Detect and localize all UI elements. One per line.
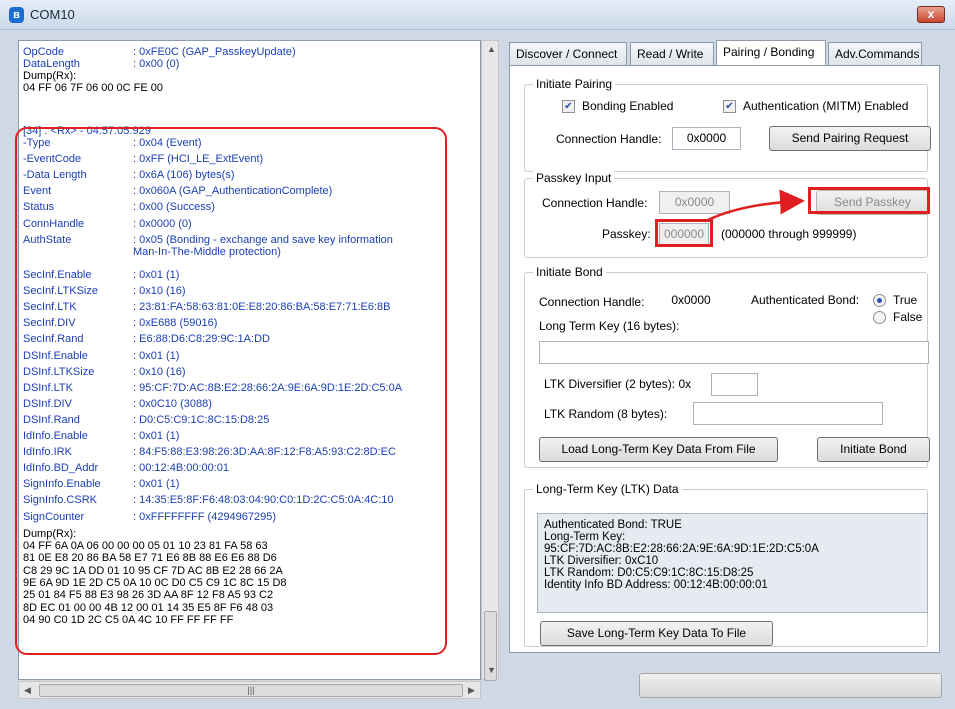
scroll-down-icon[interactable]: ▼: [487, 665, 496, 675]
dump-line: 25 01 84 F5 88 E3 98 26 3D AA 8F 12 F8 A…: [23, 589, 274, 602]
bonding-enabled-label: Bonding Enabled: [582, 99, 674, 113]
bonding-enabled-checkbox[interactable]: ✔: [562, 100, 575, 113]
log-pane[interactable]: OpCode: 0xFE0C (GAP_PasskeyUpdate) DataL…: [18, 40, 481, 680]
long-term-key-input[interactable]: [539, 341, 929, 364]
ltk-diversifier-input[interactable]: [711, 373, 758, 396]
tab-adv-commands[interactable]: Adv.Commands: [828, 42, 922, 66]
scroll-up-icon[interactable]: ▲: [487, 44, 496, 54]
ltk-diversifier-label: LTK Diversifier (2 bytes): 0x: [544, 377, 692, 391]
window-title: COM10: [30, 7, 75, 22]
connection-handle-input[interactable]: 0x0000: [672, 127, 741, 150]
vertical-scrollbar[interactable]: ▲ ▼: [481, 40, 499, 681]
dump-line: 04 FF 06 7F 06 00 0C FE 00: [23, 82, 164, 94]
dump-label: Dump(Rx):: [23, 70, 77, 82]
dump-line: 9E 6A 9D 1E 2D C5 0A 10 0C D0 C5 C9 1C 8…: [23, 576, 287, 589]
dump-line: 8D EC 01 00 00 4B 12 00 01 14 35 E5 8F F…: [23, 601, 274, 614]
connection-handle-label: Connection Handle:: [556, 132, 662, 146]
pairing-bonding-panel: Initiate Pairing ✔ Bonding Enabled ✔ Aut…: [509, 65, 940, 653]
close-button[interactable]: x: [917, 6, 945, 23]
dump-label: Dump(Rx):: [23, 528, 77, 540]
tab-discover-connect[interactable]: Discover / Connect: [509, 42, 627, 66]
bluetooth-icon: ʙ: [9, 7, 24, 23]
scroll-thumb[interactable]: |||: [39, 684, 463, 697]
dump-line: C8 29 9C 1A DD 01 10 95 CF 7D AC 8B E2 2…: [23, 564, 283, 577]
group-title: Long-Term Key (LTK) Data: [533, 482, 682, 496]
group-title: Initiate Bond: [533, 265, 606, 279]
ltk-line: LTK Random: D0:C5:C9:1C:8C:15:D8:25: [544, 567, 754, 579]
initiate-bond-group: Initiate Bond Connection Handle: 0x0000 …: [524, 265, 930, 468]
false-label: False: [893, 310, 923, 324]
authentication-label: Authentication (MITM) Enabled: [743, 99, 909, 113]
auth-bond-false-radio[interactable]: [873, 311, 886, 324]
ltk-line: Authenticated Bond: TRUE: [544, 519, 682, 531]
ltk-data-text: Authenticated Bond: TRUE Long-Term Key: …: [537, 513, 928, 613]
scroll-right-icon[interactable]: ▶: [468, 685, 475, 696]
passkey-input[interactable]: 000000: [659, 223, 709, 246]
ltk-line: 95:CF:7D:AC:8B:E2:28:66:2A:9E:6A:9D:1E:2…: [544, 543, 819, 555]
authentication-checkbox[interactable]: ✔: [723, 100, 736, 113]
dump-line: 81 0E E8 20 86 BA 58 E7 71 E6 8B 88 E6 E…: [23, 552, 277, 565]
ltk-random-input[interactable]: [693, 402, 883, 425]
load-ltk-file-button[interactable]: Load Long-Term Key Data From File: [539, 437, 778, 462]
dump-line: 04 90 C0 1D 2C C5 0A 4C 10 FF FF FF FF: [23, 613, 234, 626]
send-passkey-button[interactable]: Send Passkey: [816, 190, 929, 215]
passkey-connection-handle-input[interactable]: 0x0000: [659, 191, 730, 214]
ltk-line: Identity Info BD Address: 00:12:4B:00:00…: [544, 579, 768, 591]
auth-bond-true-radio[interactable]: [873, 294, 886, 307]
ltk-line: Long-Term Key:: [544, 531, 626, 543]
group-title: Passkey Input: [533, 171, 615, 185]
authenticated-bond-label: Authenticated Bond:: [751, 293, 860, 307]
passkey-range-label: (000000 through 999999): [721, 227, 857, 241]
tab-pairing-bonding[interactable]: Pairing / Bonding: [716, 40, 826, 66]
bond-connection-handle-input[interactable]: 0x0000: [657, 290, 725, 313]
ltk-random-label: LTK Random (8 bytes):: [544, 407, 668, 421]
group-title: Initiate Pairing: [533, 77, 616, 91]
true-label: True: [893, 293, 918, 307]
dump-line: 04 FF 6A 0A 06 00 00 00 05 01 10 23 81 F…: [23, 540, 268, 552]
log-entry-header: [34] : <Rx> - 04:57:05.929: [23, 125, 151, 137]
long-term-key-label: Long Term Key (16 bytes):: [539, 319, 680, 333]
connection-handle-label: Connection Handle:: [542, 196, 648, 210]
connection-handle-label: Connection Handle:: [539, 295, 645, 309]
passkey-label: Passkey:: [602, 227, 651, 241]
save-ltk-file-button[interactable]: Save Long-Term Key Data To File: [540, 621, 773, 646]
scroll-left-icon[interactable]: ◀: [24, 685, 31, 696]
initiate-bond-button[interactable]: Initiate Bond: [817, 437, 930, 462]
initiate-pairing-group: Initiate Pairing ✔ Bonding Enabled ✔ Aut…: [524, 77, 931, 172]
ltk-line: LTK Diversifier: 0xC10: [544, 555, 659, 567]
tab-read-write[interactable]: Read / Write: [630, 42, 714, 66]
status-progress-bar: [639, 673, 942, 698]
title-bar: ʙ COM10 x: [0, 0, 955, 30]
passkey-input-group: Passkey Input Connection Handle: 0x0000 …: [524, 171, 929, 258]
send-pairing-request-button[interactable]: Send Pairing Request: [769, 126, 931, 151]
horizontal-scrollbar[interactable]: ◀ ||| ▶: [18, 681, 481, 699]
